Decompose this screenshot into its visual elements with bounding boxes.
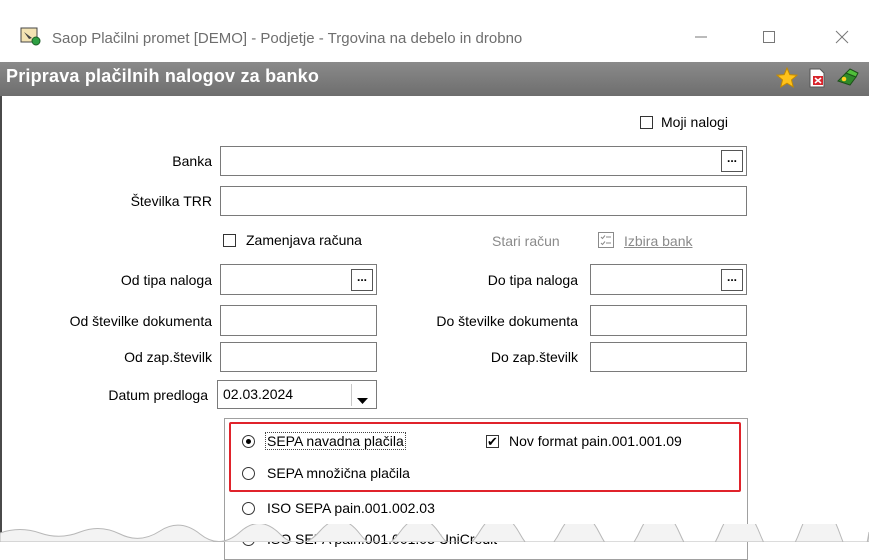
stevilka-trr-label: Številka TRR bbox=[130, 193, 212, 209]
maximize-icon bbox=[762, 30, 776, 47]
od-zap-stevilk-input[interactable] bbox=[220, 342, 377, 372]
do-stevilke-dokumenta-input[interactable] bbox=[590, 305, 747, 336]
banka-input[interactable] bbox=[220, 146, 747, 176]
close-icon bbox=[835, 30, 849, 47]
od-tipa-naloga-label: Od tipa naloga bbox=[120, 272, 212, 288]
do-tipa-naloga-lookup-button[interactable]: ... bbox=[721, 269, 743, 291]
zamenjava-racuna-label: Zamenjava računa bbox=[246, 232, 362, 248]
nov-format-label: Nov format pain.001.001.09 bbox=[509, 433, 682, 449]
od-tipa-naloga-lookup-button[interactable]: ... bbox=[351, 269, 373, 291]
datum-predloga-value: 02.03.2024 bbox=[223, 386, 294, 402]
do-tipa-naloga-label: Do tipa naloga bbox=[487, 272, 578, 288]
od-stevilke-dokumenta-label: Od številke dokumenta bbox=[69, 313, 212, 329]
minimize-icon bbox=[694, 30, 708, 47]
close-button[interactable] bbox=[819, 20, 865, 56]
stari-racun-label: Stari račun bbox=[492, 233, 560, 249]
star-icon[interactable] bbox=[775, 66, 799, 89]
maximize-button[interactable] bbox=[746, 20, 792, 56]
sepa-navadna-radio[interactable] bbox=[242, 435, 255, 448]
banka-lookup-button[interactable]: ... bbox=[721, 150, 743, 172]
do-stevilke-dokumenta-label: Do številke dokumenta bbox=[436, 313, 578, 329]
sepa-navadna-label[interactable]: SEPA navadna plačila bbox=[265, 432, 406, 450]
sepa-mnozicna-radio[interactable] bbox=[242, 467, 255, 480]
list-icon[interactable] bbox=[597, 231, 615, 249]
datum-predloga-label: Datum predloga bbox=[108, 387, 208, 403]
moji-nalogi-checkbox[interactable] bbox=[640, 116, 653, 129]
do-zap-stevilk-label: Do zap.številk bbox=[490, 349, 578, 365]
iso-sepa-002-label[interactable]: ISO SEPA pain.001.002.03 bbox=[267, 500, 435, 516]
sepa-mnozicna-label[interactable]: SEPA množična plačila bbox=[267, 465, 410, 481]
form-header: Priprava plačilnih nalogov za banko bbox=[0, 62, 869, 96]
dropdown-arrow-icon bbox=[357, 392, 368, 408]
do-zap-stevilk-input[interactable] bbox=[590, 342, 747, 372]
pdf-icon[interactable] bbox=[806, 67, 828, 89]
zamenjava-racuna-checkbox[interactable] bbox=[223, 234, 236, 247]
form-title: Priprava plačilnih nalogov za banko bbox=[6, 66, 320, 86]
minimize-button[interactable] bbox=[678, 20, 724, 56]
stevilka-trr-input[interactable] bbox=[220, 186, 747, 216]
od-zap-stevilk-label: Od zap.številk bbox=[124, 349, 212, 365]
nov-format-checkbox[interactable]: ✔ bbox=[486, 435, 499, 448]
datum-predloga-dropdown-button[interactable] bbox=[351, 384, 374, 406]
moji-nalogi-label: Moji nalogi bbox=[661, 114, 728, 130]
od-stevilke-dokumenta-input[interactable] bbox=[220, 305, 377, 336]
banka-label: Banka bbox=[172, 153, 212, 169]
izbira-bank-link[interactable]: Izbira bank bbox=[624, 233, 692, 249]
app-icon bbox=[20, 26, 42, 46]
exit-icon[interactable] bbox=[836, 67, 859, 89]
window-titlebar: Saop Plačilni promet [DEMO] - Podjetje -… bbox=[0, 0, 869, 62]
torn-edge bbox=[0, 504, 869, 560]
iso-sepa-002-radio[interactable] bbox=[242, 502, 255, 515]
window-title: Saop Plačilni promet [DEMO] - Podjetje -… bbox=[52, 30, 523, 47]
